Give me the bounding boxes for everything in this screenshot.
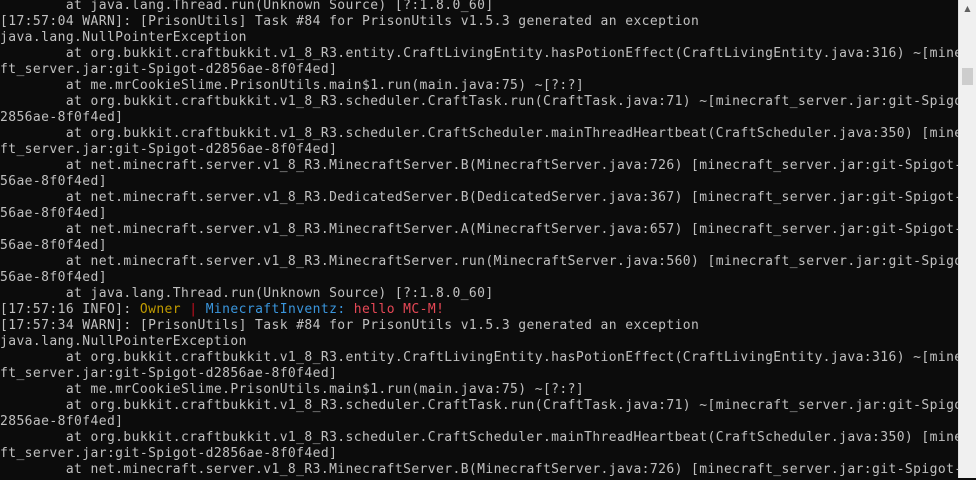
log-text: ft_server.jar:git-Spigot-d2856ae-8f0f4ed… <box>0 446 338 461</box>
log-text: Owner <box>139 302 190 317</box>
log-text: ft_server.jar:git-Spigot-d2856ae-8f0f4ed… <box>0 62 338 77</box>
log-line: ft_server.jar:git-Spigot-d2856ae-8f0f4ed… <box>0 142 958 158</box>
log-line: at me.mrCookieSlime.PrisonUtils.main$1.r… <box>0 382 958 398</box>
log-line: [17:57:04 WARN]: [PrisonUtils] Task #84 … <box>0 14 958 30</box>
log-text: at net.minecraft.server.v1_8_R3.Minecraf… <box>0 462 958 477</box>
log-line: at org.bukkit.craftbukkit.v1_8_R3.schedu… <box>0 398 958 414</box>
log-text: 56ae-8f0f4ed] <box>0 238 107 253</box>
log-line: ft_server.jar:git-Spigot-d2856ae-8f0f4ed… <box>0 446 958 462</box>
log-line: at org.bukkit.craftbukkit.v1_8_R3.schedu… <box>0 94 958 110</box>
log-line: ft_server.jar:git-Spigot-d2856ae-8f0f4ed… <box>0 366 958 382</box>
log-text: hello MC-M! <box>353 302 445 317</box>
log-line: at net.minecraft.server.v1_8_R3.Minecraf… <box>0 158 958 174</box>
log-text: java.lang.NullPointerException <box>0 334 247 349</box>
log-text: at java.lang.Thread.run(Unknown Source) … <box>0 286 494 301</box>
log-text: 2856ae-8f0f4ed] <box>0 414 124 429</box>
log-line: 56ae-8f0f4ed] <box>0 238 958 254</box>
log-line: java.lang.NullPointerException <box>0 30 958 46</box>
log-line: at net.minecraft.server.v1_8_R3.Minecraf… <box>0 462 958 478</box>
log-text: java.lang.NullPointerException <box>0 30 247 45</box>
log-line: [17:57:16 INFO]: Owner | MinecraftInvent… <box>0 302 958 318</box>
log-text: at net.minecraft.server.v1_8_R3.Minecraf… <box>0 158 958 173</box>
log-text: at org.bukkit.craftbukkit.v1_8_R3.entity… <box>0 350 958 365</box>
log-text: 56ae-8f0f4ed] <box>0 206 107 221</box>
vertical-scrollbar[interactable]: ▲ <box>958 0 976 478</box>
log-line: at net.minecraft.server.v1_8_R3.Dedicate… <box>0 190 958 206</box>
log-line: 2856ae-8f0f4ed] <box>0 110 958 126</box>
log-text: 2856ae-8f0f4ed] <box>0 110 124 125</box>
log-text: [17:57:16 INFO]: <box>0 302 140 317</box>
log-line: at net.minecraft.server.v1_8_R3.Minecraf… <box>0 254 958 270</box>
scroll-thumb[interactable] <box>962 67 973 85</box>
log-text: | <box>189 302 206 317</box>
log-line: at org.bukkit.craftbukkit.v1_8_R3.entity… <box>0 46 958 62</box>
log-line: 56ae-8f0f4ed] <box>0 270 958 286</box>
log-line: java.lang.NullPointerException <box>0 334 958 350</box>
log-line: at org.bukkit.craftbukkit.v1_8_R3.schedu… <box>0 126 958 142</box>
log-line: 2856ae-8f0f4ed] <box>0 414 958 430</box>
log-text: [17:57:04 WARN]: [PrisonUtils] Task #84 … <box>0 14 700 29</box>
chevron-up-icon[interactable]: ▲ <box>959 0 976 17</box>
log-line: 56ae-8f0f4ed] <box>0 206 958 222</box>
log-line: [17:57:34 WARN]: [PrisonUtils] Task #84 … <box>0 318 958 334</box>
log-text: ft_server.jar:git-Spigot-d2856ae-8f0f4ed… <box>0 366 338 381</box>
log-text: ft_server.jar:git-Spigot-d2856ae-8f0f4ed… <box>0 142 338 157</box>
log-text: at org.bukkit.craftbukkit.v1_8_R3.entity… <box>0 46 958 61</box>
log-line: 56ae-8f0f4ed] <box>0 174 958 190</box>
log-line: ft_server.jar:git-Spigot-d2856ae-8f0f4ed… <box>0 62 958 78</box>
log-text: at java.lang.Thread.run(Unknown Source) … <box>0 0 494 13</box>
log-text: at net.minecraft.server.v1_8_R3.Minecraf… <box>0 254 958 269</box>
log-text: at me.mrCookieSlime.PrisonUtils.main$1.r… <box>0 382 585 397</box>
log-text: [17:57:34 WARN]: [PrisonUtils] Task #84 … <box>0 318 700 333</box>
log-text: at me.mrCookieSlime.PrisonUtils.main$1.r… <box>0 78 585 93</box>
log-lines: at java.lang.Thread.run(Unknown Source) … <box>0 0 958 478</box>
log-text: MinecraftInventz: <box>205 302 354 317</box>
log-text: 56ae-8f0f4ed] <box>0 270 107 285</box>
log-text: at org.bukkit.craftbukkit.v1_8_R3.schedu… <box>0 430 958 445</box>
log-line: at org.bukkit.craftbukkit.v1_8_R3.entity… <box>0 350 958 366</box>
log-text: at org.bukkit.craftbukkit.v1_8_R3.schedu… <box>0 398 958 413</box>
log-text: at net.minecraft.server.v1_8_R3.Dedicate… <box>0 190 958 205</box>
log-text: 56ae-8f0f4ed] <box>0 174 107 189</box>
log-text: at net.minecraft.server.v1_8_R3.Minecraf… <box>0 222 958 237</box>
log-text: at org.bukkit.craftbukkit.v1_8_R3.schedu… <box>0 126 958 141</box>
log-text: at org.bukkit.craftbukkit.v1_8_R3.schedu… <box>0 94 958 109</box>
log-line: at org.bukkit.craftbukkit.v1_8_R3.schedu… <box>0 430 958 446</box>
log-line: at net.minecraft.server.v1_8_R3.Minecraf… <box>0 222 958 238</box>
console-output[interactable]: at java.lang.Thread.run(Unknown Source) … <box>0 0 958 480</box>
log-line: at me.mrCookieSlime.PrisonUtils.main$1.r… <box>0 78 958 94</box>
log-line: at java.lang.Thread.run(Unknown Source) … <box>0 0 958 14</box>
log-line: at java.lang.Thread.run(Unknown Source) … <box>0 286 958 302</box>
